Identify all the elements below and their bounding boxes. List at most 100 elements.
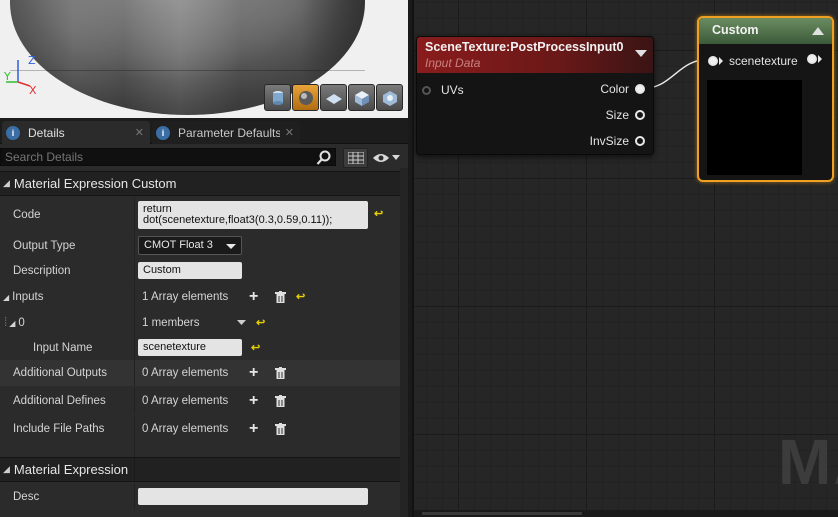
section-title: Material Expression Custom — [13, 176, 177, 191]
index-0-label[interactable]: ⁞ ◢ 0 — [4, 317, 25, 329]
pin-color[interactable]: Color — [600, 82, 645, 96]
collapse-arrow-icon[interactable]: ◢ — [3, 178, 10, 189]
pin-invsize-icon — [635, 136, 645, 146]
additional-defines-label: Additional Defines — [13, 395, 106, 407]
reset-to-default-icon[interactable]: ↩ — [296, 290, 305, 303]
pin-arrow-icon — [719, 57, 723, 65]
output-type-dropdown[interactable]: CMOT Float 3 — [138, 236, 242, 255]
description-label: Description — [13, 265, 71, 277]
trash-icon[interactable] — [275, 423, 286, 435]
input-name-field[interactable]: scenetexture — [138, 339, 242, 356]
cube-icon — [354, 90, 369, 106]
additional-defines-count: 0 Array elements — [142, 395, 229, 407]
description-row: Description Custom — [0, 259, 408, 283]
scenetexture-node-title: SceneTexture:PostProcessInput0 — [425, 40, 624, 54]
pin-uvs-icon — [422, 85, 431, 95]
trash-icon[interactable] — [275, 367, 286, 379]
add-element-icon[interactable]: + — [249, 289, 258, 305]
custom-node-preview — [707, 80, 802, 175]
property-matrix-button[interactable] — [343, 148, 368, 168]
visibility-filter-button[interactable] — [372, 150, 404, 166]
tab-parameter-defaults-label: Parameter Defaults — [178, 125, 280, 140]
pin-scenetexture-label: scenetexture — [729, 54, 798, 68]
pin-scenetexture-input[interactable]: scenetexture — [708, 54, 798, 68]
pin-output-icon — [807, 54, 817, 64]
include-file-paths-row: Include File Paths 0 Array elements + — [0, 416, 408, 442]
preview-mesh-buttons — [264, 84, 403, 111]
code-row: Code return dot(scenetexture,float3(0.3,… — [0, 197, 408, 233]
desc-row: Desc — [0, 484, 408, 510]
scenetexture-node[interactable]: SceneTexture:PostProcessInput0 Input Dat… — [416, 36, 654, 155]
add-element-icon[interactable]: + — [249, 393, 258, 409]
input-name-label: Input Name — [33, 342, 93, 354]
search-input[interactable] — [0, 148, 336, 166]
cylinder-button[interactable] — [264, 84, 291, 111]
additional-outputs-row: Additional Outputs 0 Array elements + — [0, 360, 408, 386]
chevron-down-icon[interactable] — [237, 320, 246, 326]
input-name-row: Input Name scenetexture ↩ — [0, 336, 408, 360]
sphere-button[interactable] — [292, 84, 319, 111]
graph-scrollbar[interactable] — [414, 510, 838, 517]
pin-color-icon — [635, 84, 645, 94]
search-icon[interactable] — [316, 150, 332, 166]
axis-gizmo-icon: Z X Y — [4, 54, 37, 94]
reset-to-default-icon[interactable]: ↩ — [374, 207, 383, 220]
output-type-label: Output Type — [13, 240, 76, 252]
trash-icon[interactable] — [275, 395, 286, 407]
reset-to-default-icon[interactable]: ↩ — [251, 341, 260, 354]
svg-text:Z: Z — [28, 54, 36, 67]
cube-button[interactable] — [348, 84, 375, 111]
add-element-icon[interactable]: + — [249, 421, 258, 437]
sphere-icon — [298, 90, 313, 105]
trash-icon[interactable] — [275, 291, 286, 303]
tab-details[interactable]: i Details ✕ — [2, 121, 150, 144]
additional-outputs-label: Additional Outputs — [13, 367, 107, 379]
material-graph-canvas[interactable]: SceneTexture:PostProcessInput0 Input Dat… — [412, 0, 838, 517]
output-type-row: Output Type CMOT Float 3 — [0, 234, 408, 258]
pin-uvs[interactable]: UVs — [422, 83, 464, 97]
details-scrollbar[interactable] — [400, 168, 408, 517]
collapse-arrow-icon[interactable] — [635, 50, 647, 57]
section-material-expression[interactable]: ◢ Material Expression — [0, 457, 408, 482]
details-icon: i — [156, 125, 170, 140]
collapse-arrow-icon[interactable]: ◢ — [3, 464, 10, 475]
scenetexture-node-header[interactable]: SceneTexture:PostProcessInput0 Input Dat… — [417, 37, 653, 73]
details-panel: Z X Y i Details ✕ i Parameter Defaults ✕… — [0, 0, 408, 517]
description-field[interactable]: Custom — [138, 262, 242, 279]
chevron-down-icon — [226, 244, 236, 249]
pin-color-label: Color — [600, 82, 629, 96]
desc-field[interactable] — [138, 488, 368, 505]
section-material-expression-custom[interactable]: ◢ Material Expression Custom — [0, 171, 408, 196]
grid-icon — [347, 152, 364, 164]
include-file-paths-label: Include File Paths — [13, 423, 105, 435]
reset-to-default-icon[interactable]: ↩ — [256, 316, 265, 329]
pin-arrow-icon — [818, 55, 822, 63]
inputs-label[interactable]: ◢ Inputs — [3, 291, 43, 303]
collapse-arrow-icon[interactable] — [812, 27, 824, 35]
custom-node[interactable]: Custom scenetexture — [697, 16, 834, 182]
custom-mesh-button[interactable] — [376, 84, 403, 111]
pin-scenetexture-icon — [708, 56, 718, 66]
details-icon: i — [6, 125, 20, 140]
inputs-count: 1 Array elements — [142, 291, 229, 303]
material-preview-viewport[interactable]: Z X Y — [0, 0, 408, 118]
code-field[interactable]: return dot(scenetexture,float3(0.3,0.59,… — [138, 201, 368, 229]
close-icon[interactable]: ✕ — [135, 126, 144, 139]
plane-button[interactable] — [320, 84, 347, 111]
inputs-row: ◢ Inputs 1 Array elements + ↩ — [0, 284, 408, 310]
inputs-index-0-row: ⁞ ◢ 0 1 members ↩ — [0, 310, 408, 336]
tab-parameter-defaults[interactable]: i Parameter Defaults ✕ — [152, 121, 300, 144]
pin-invsize[interactable]: InvSize — [590, 134, 645, 148]
include-file-paths-count: 0 Array elements — [142, 423, 229, 435]
desc-label: Desc — [13, 491, 40, 503]
scenetexture-node-subtitle: Input Data — [425, 56, 481, 70]
pin-size[interactable]: Size — [606, 108, 645, 122]
index-0-members: 1 members — [142, 317, 200, 329]
tab-details-label: Details — [28, 125, 65, 140]
pin-custom-output[interactable] — [807, 54, 822, 64]
add-element-icon[interactable]: + — [249, 365, 258, 381]
additional-defines-row: Additional Defines 0 Array elements + — [0, 388, 408, 414]
section-title: Material Expression — [13, 462, 129, 477]
close-icon[interactable]: ✕ — [285, 126, 294, 139]
cylinder-icon — [272, 90, 283, 105]
